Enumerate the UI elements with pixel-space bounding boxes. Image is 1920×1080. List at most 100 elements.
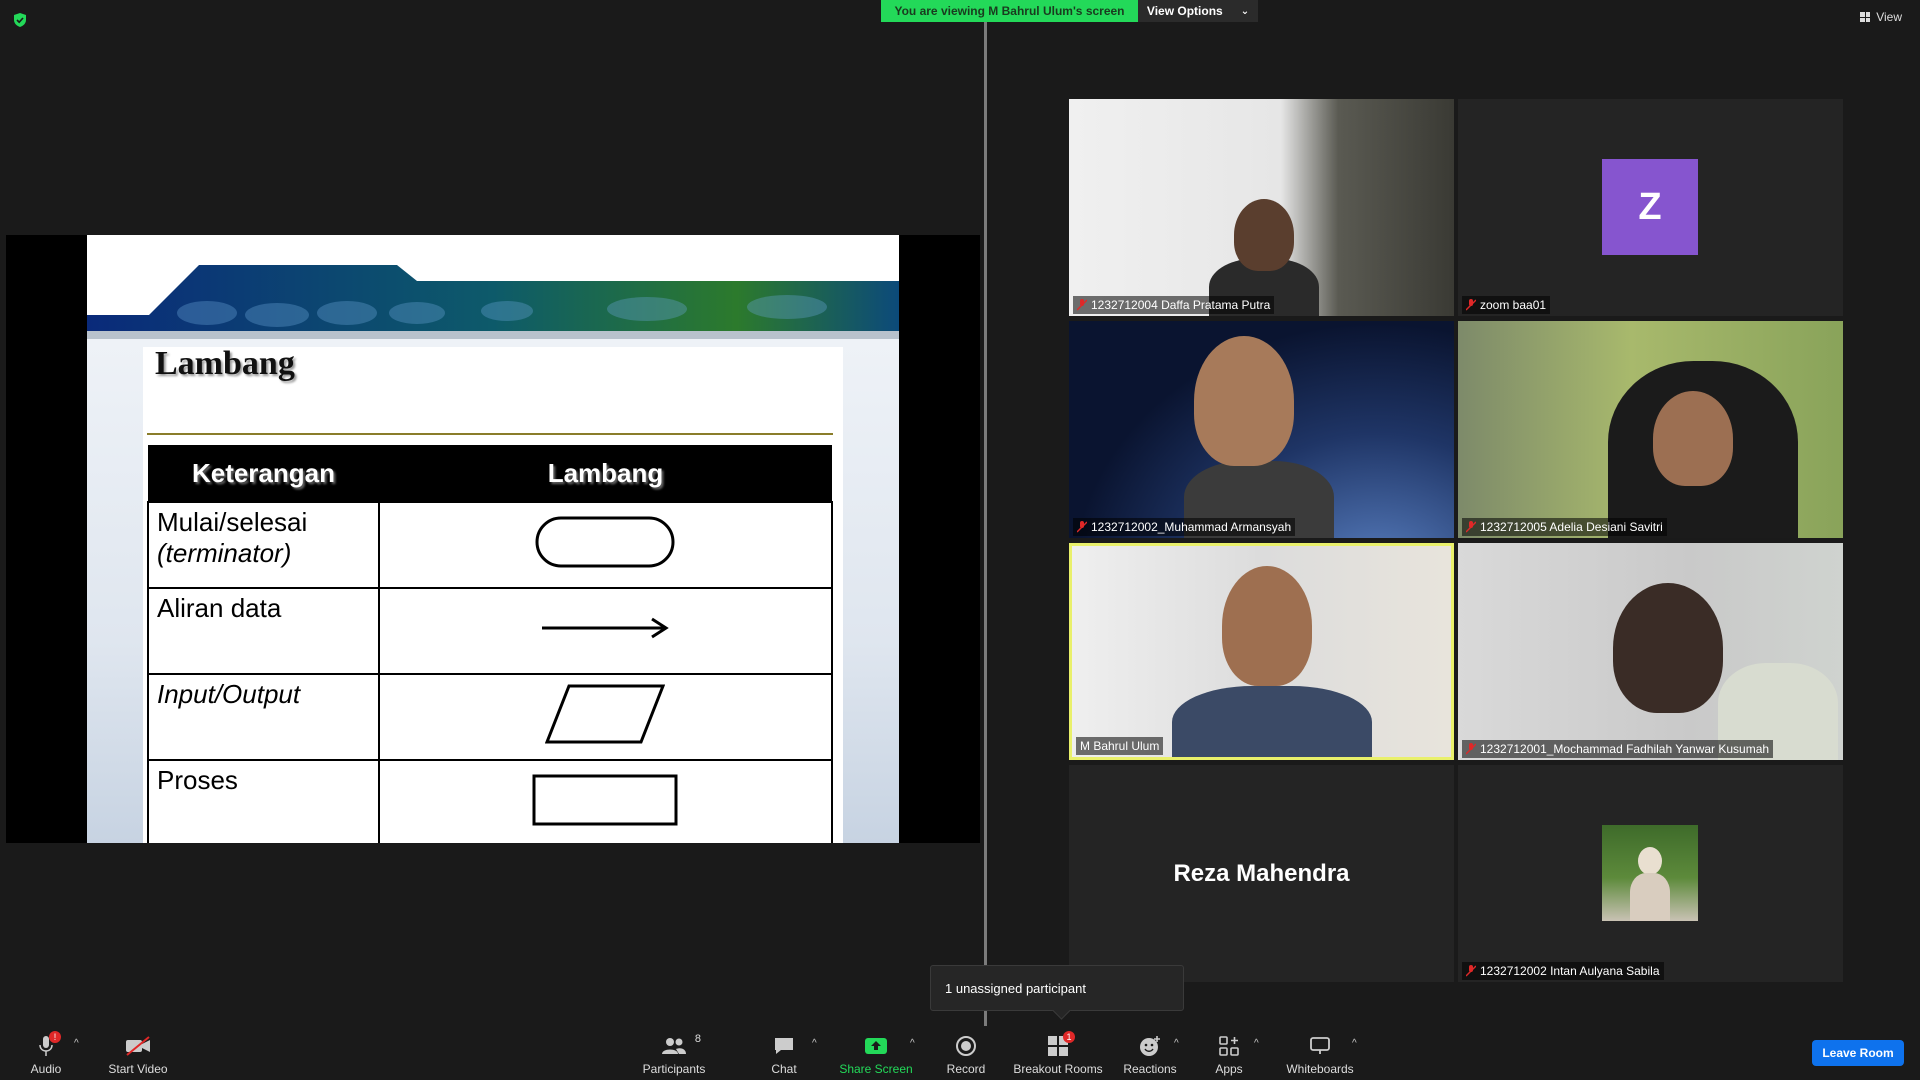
participant-name: 1232712002 Intan Aulyana Sabila — [1480, 964, 1660, 978]
table-row: Aliran data — [147, 587, 834, 675]
share-screen-label: Share Screen — [839, 1062, 913, 1076]
slide-title: Lambang — [155, 345, 295, 382]
whiteboards-options-caret-icon[interactable]: ^ — [1352, 1038, 1357, 1049]
row-label-line: Proses — [157, 765, 238, 795]
record-icon — [956, 1036, 976, 1056]
participant-name-tag: 1232712004 Daffa Pratama Putra — [1073, 296, 1275, 314]
row-label: Mulai/selesai (terminator) — [147, 501, 380, 589]
video-tile[interactable]: 1232712005 Adelia Desiani Savitri — [1458, 321, 1843, 538]
avatar: Z — [1602, 159, 1698, 255]
shared-screen: Lambang Keterangan Lambang Mulai/selesai… — [6, 235, 980, 843]
apps-label: Apps — [1215, 1062, 1243, 1076]
share-options-caret-icon[interactable]: ^ — [910, 1038, 915, 1049]
breakout-rooms-label: Breakout Rooms — [1013, 1062, 1103, 1076]
leave-room-button[interactable]: Leave Room — [1812, 1040, 1904, 1066]
participant-name: 1232712002_Muhammad Armansyah — [1091, 520, 1292, 534]
participants-count: 8 — [694, 1033, 701, 1045]
participants-label: Participants — [642, 1062, 706, 1076]
avatar-figure-body-shape — [1630, 873, 1670, 921]
table-header-row: Keterangan Lambang — [148, 445, 832, 502]
tooltip-tail — [1052, 1001, 1071, 1020]
slide-title-rule — [147, 433, 833, 435]
security-shield-icon[interactable] — [12, 12, 28, 28]
row-symbol — [377, 673, 834, 761]
person-face-shape — [1222, 566, 1312, 686]
reactions-label: Reactions — [1123, 1062, 1177, 1076]
participants-icon — [662, 1038, 686, 1054]
audio-label: Audio — [30, 1062, 62, 1076]
person-face-shape — [1653, 391, 1733, 486]
video-tile[interactable]: 1232712001_Mochammad Fadhilah Yanwar Kus… — [1458, 543, 1843, 760]
audio-button[interactable]: ! Audio — [26, 1030, 66, 1076]
participant-name: zoom baa01 — [1480, 298, 1547, 312]
audio-alert-badge: ! — [49, 1031, 61, 1043]
reactions-smiley-icon — [1140, 1036, 1160, 1056]
view-options-label: View Options — [1146, 4, 1223, 18]
rectangle-symbol-icon — [532, 774, 678, 825]
participant-name-tag: 1232712005 Adelia Desiani Savitri — [1462, 518, 1667, 536]
participant-name: M Bahrul Ulum — [1080, 739, 1160, 753]
record-button[interactable]: Record — [946, 1030, 986, 1076]
meeting-toolbar: ! Audio ^ Start Video 8 Participants Cha… — [0, 1026, 1920, 1080]
table-row: Input/Output — [147, 673, 834, 761]
participant-name-tag: 1232712001_Mochammad Fadhilah Yanwar Kus… — [1462, 740, 1774, 758]
start-video-label: Start Video — [108, 1062, 168, 1076]
video-tile[interactable]: 1232712004 Daffa Pratama Putra — [1069, 99, 1454, 316]
unassigned-participant-tooltip: 1 unassigned participant — [930, 965, 1184, 1020]
slide-header-graphic — [87, 235, 899, 339]
audio-options-caret-icon[interactable]: ^ — [74, 1038, 79, 1049]
participants-button[interactable]: 8 Participants — [640, 1030, 708, 1076]
whiteboards-button[interactable]: Whiteboards — [1284, 1030, 1356, 1076]
start-video-button[interactable]: Start Video — [104, 1030, 172, 1076]
video-tile[interactable]: 1232712002 Intan Aulyana Sabila — [1458, 765, 1843, 982]
participant-name-tag: M Bahrul Ulum — [1076, 737, 1164, 755]
reactions-button[interactable]: Reactions — [1123, 1030, 1177, 1076]
whiteboard-icon — [1310, 1037, 1330, 1054]
row-label-line: (terminator) — [157, 538, 292, 568]
share-screen-button[interactable]: Share Screen — [839, 1030, 913, 1076]
column-header-keterangan: Keterangan — [148, 445, 379, 502]
mic-muted-icon — [1466, 743, 1476, 755]
mic-muted-icon — [1077, 521, 1087, 533]
video-tile[interactable]: 1232712002_Muhammad Armansyah — [1069, 321, 1454, 538]
avatar — [1602, 825, 1698, 921]
column-header-lambang: Lambang — [378, 445, 832, 502]
chevron-down-icon: ⌄ — [1240, 5, 1250, 17]
mic-muted-icon — [1077, 299, 1087, 311]
participant-name: 1232712001_Mochammad Fadhilah Yanwar Kus… — [1480, 742, 1770, 756]
apps-options-caret-icon[interactable]: ^ — [1254, 1038, 1259, 1049]
parallelogram-symbol-icon — [545, 684, 666, 743]
chat-options-caret-icon[interactable]: ^ — [812, 1038, 817, 1049]
row-symbol — [377, 501, 834, 589]
view-options-button[interactable]: View Options ⌄ — [1138, 0, 1258, 22]
participant-name: 1232712004 Daffa Pratama Putra — [1091, 298, 1271, 312]
chat-button[interactable]: Chat — [764, 1030, 804, 1076]
table-row: Proses — [147, 759, 834, 843]
share-screen-icon — [865, 1038, 887, 1054]
apps-button[interactable]: Apps — [1212, 1030, 1246, 1076]
video-tile-active-speaker[interactable]: M Bahrul Ulum — [1069, 543, 1454, 760]
row-symbol — [377, 587, 834, 675]
participant-name: 1232712005 Adelia Desiani Savitri — [1480, 520, 1663, 534]
tooltip-text: 1 unassigned participant — [945, 980, 1086, 996]
breakout-rooms-button[interactable]: 1 Breakout Rooms — [1013, 1030, 1103, 1076]
person-face-shape — [1194, 336, 1294, 466]
breakout-rooms-badge: 1 — [1063, 1031, 1075, 1043]
row-label: Proses — [147, 759, 380, 843]
viewing-screen-banner: You are viewing M Bahrul Ulum's screen — [881, 0, 1138, 22]
video-tile[interactable]: Z zoom baa01 — [1458, 99, 1843, 316]
chat-label: Chat — [771, 1062, 797, 1076]
person-head-shape — [1613, 583, 1723, 713]
row-symbol — [377, 759, 834, 843]
video-tile[interactable]: Reza Mahendra — [1069, 765, 1454, 982]
person-body-shape — [1172, 686, 1372, 757]
view-button[interactable]: View — [1860, 10, 1902, 24]
row-label-line: Input/Output — [157, 679, 301, 709]
whiteboards-label: Whiteboards — [1286, 1062, 1354, 1076]
person-face-shape — [1234, 199, 1294, 271]
reactions-options-caret-icon[interactable]: ^ — [1174, 1038, 1179, 1049]
participant-name-tag: 1232712002_Muhammad Armansyah — [1073, 518, 1296, 536]
table-row: Mulai/selesai (terminator) — [147, 501, 834, 589]
screen-split-divider[interactable] — [984, 22, 987, 1026]
row-label: Aliran data — [147, 587, 380, 675]
